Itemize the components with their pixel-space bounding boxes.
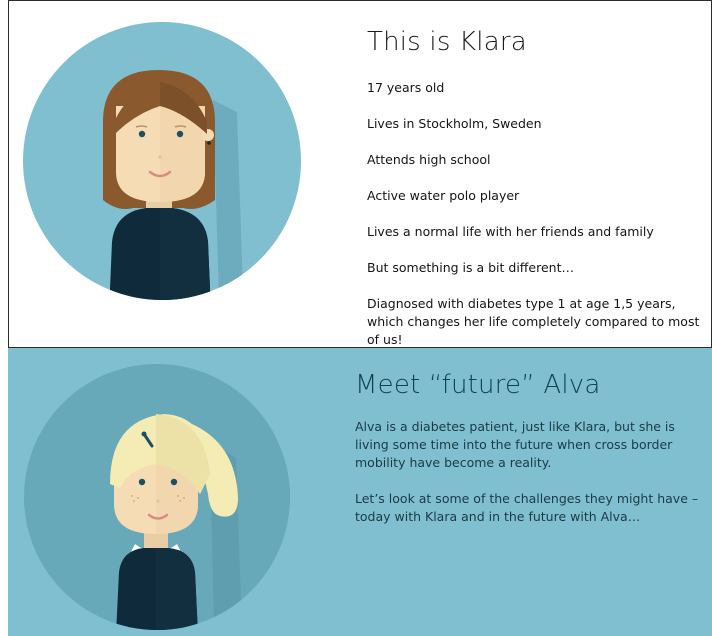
- alva-section: Meet “future” Alva Alva is a diabetes pa…: [8, 348, 712, 636]
- klara-avatar: [23, 22, 301, 300]
- klara-fact: Diagnosed with diabetes type 1 at age 1,…: [367, 296, 700, 347]
- alva-avatar: [24, 364, 290, 630]
- alva-paragraph: Alva is a diabetes patient, just like Kl…: [355, 419, 675, 470]
- alva-text: Meet “future” Alva Alva is a diabetes pa…: [355, 370, 707, 544]
- klara-fact: But something is a bit different…: [367, 260, 574, 275]
- alva-paragraph: Let’s look at some of the challenges the…: [355, 491, 699, 524]
- klara-section: This is Klara 17 years old Lives in Stoc…: [8, 0, 712, 348]
- klara-fact: Attends high school: [367, 152, 491, 167]
- klara-text: This is Klara 17 years old Lives in Stoc…: [367, 27, 707, 367]
- klara-fact: Lives in Stockholm, Sweden: [367, 116, 542, 131]
- klara-fact: Lives a normal life with her friends and…: [367, 224, 654, 239]
- klara-fact: 17 years old: [367, 80, 445, 95]
- alva-title: Meet “future” Alva: [355, 370, 601, 400]
- klara-title: This is Klara: [367, 27, 527, 57]
- klara-fact: Active water polo player: [367, 188, 520, 203]
